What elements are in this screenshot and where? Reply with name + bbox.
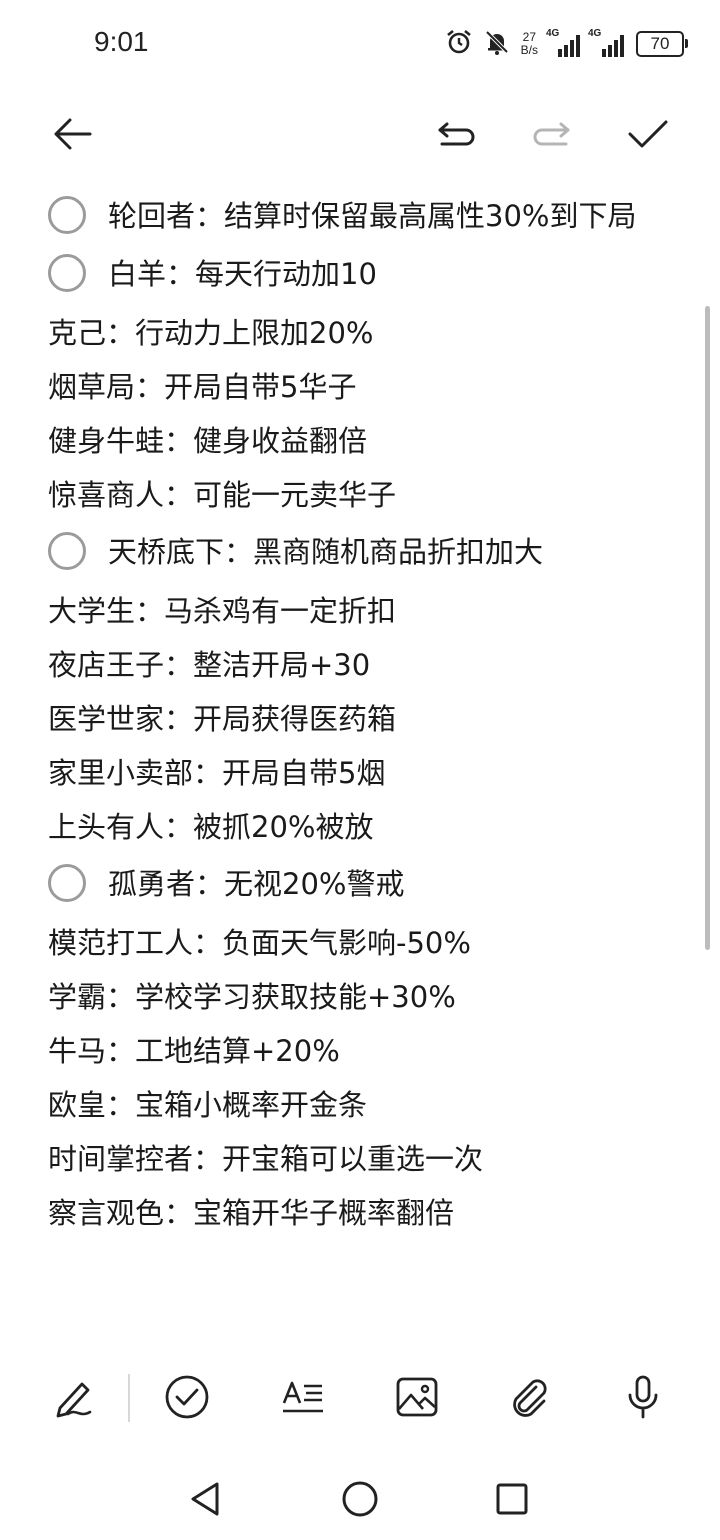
signal-label: 4G [588,28,602,39]
note-line[interactable]: 欧皇：宝箱小概率开金条 [48,1078,678,1132]
note-line[interactable]: 家里小卖部：开局自带5烟 [48,746,678,800]
alarm-icon [445,28,473,60]
net-speed-unit: B/s [520,43,538,57]
note-line[interactable]: 烟草局：开局自带5华子 [48,360,678,414]
attachment-button[interactable] [505,1374,555,1424]
battery-level: 70 [650,34,670,53]
nav-home-button[interactable] [337,1478,383,1524]
status-bar: 9:01 27 B/s 4G 4G 70 [0,0,720,86]
todo-item[interactable]: 天桥底下：黑商随机商品折扣加大 [48,526,678,580]
todo-text[interactable]: 白羊：每天行动加10 [108,246,377,302]
note-content[interactable]: 轮回者：结算时保留最高属性30%到下局 白羊：每天行动加10 克己：行动力上限加20… [48,186,678,1240]
nav-recents-button[interactable] [489,1478,535,1524]
status-icons: 27 B/s 4G 4G 70 [445,26,688,62]
note-line[interactable]: 克己：行动力上限加20% [48,306,678,360]
attachment-icon [506,1373,554,1425]
pen-icon [50,1374,96,1424]
note-line[interactable]: 牛马：工地结算+20% [48,1024,678,1078]
microphone-icon [619,1373,667,1425]
voice-input-button[interactable] [618,1374,668,1424]
note-line[interactable]: 学霸：学校学习获取技能+30% [48,970,678,1024]
nav-back-button[interactable] [182,1478,228,1524]
back-arrow-icon [50,112,94,160]
done-button[interactable] [622,110,674,162]
signal-icon: 4G [546,28,580,57]
signal-icon: 4G [588,28,626,57]
todo-item[interactable]: 轮回者：结算时保留最高属性30%到下局 [48,190,678,244]
nav-home-icon [340,1479,380,1523]
todo-checkbox[interactable] [48,532,86,570]
nav-recents-icon [492,1479,532,1523]
note-line[interactable]: 大学生：马杀鸡有一定折扣 [48,584,678,638]
checklist-icon [163,1373,211,1425]
note-line[interactable]: 医学世家：开局获得医药箱 [48,692,678,746]
text-format-button[interactable] [278,1374,328,1424]
text-format-icon [279,1373,327,1425]
toolbar-divider [128,1374,130,1422]
net-speed: 27 B/s [521,31,538,57]
todo-item[interactable]: 孤勇者：无视20%警戒 [48,858,678,912]
nav-back-icon [185,1479,225,1523]
undo-icon [434,112,478,160]
undo-button[interactable] [430,110,482,162]
signal-label: 4G [546,28,560,39]
mute-bell-icon [483,28,511,60]
todo-text[interactable]: 孤勇者：无视20%警戒 [108,856,404,912]
todo-checkbox[interactable] [48,196,86,234]
todo-checkbox[interactable] [48,864,86,902]
image-icon [393,1373,441,1425]
battery-icon: 70 [636,31,688,57]
checklist-button[interactable] [162,1374,212,1424]
note-line[interactable]: 健身牛蛙：健身收益翻倍 [48,414,678,468]
todo-checkbox[interactable] [48,254,86,292]
todo-text[interactable]: 天桥底下：黑商随机商品折扣加大 [108,524,543,580]
note-line[interactable]: 察言观色：宝箱开华子概率翻倍 [48,1186,678,1240]
insert-image-button[interactable] [392,1374,442,1424]
editor-toolbar [0,100,720,170]
redo-button[interactable] [526,110,578,162]
note-line[interactable]: 夜店王子：整洁开局+30 [48,638,678,692]
note-line[interactable]: 惊喜商人：可能一元卖华子 [48,468,678,522]
note-line[interactable]: 时间掌控者：开宝箱可以重选一次 [48,1132,678,1186]
todo-item[interactable]: 白羊：每天行动加10 [48,248,678,302]
scrollbar[interactable] [705,306,710,950]
redo-icon [530,112,574,160]
status-time: 9:01 [94,26,149,57]
note-line[interactable]: 模范打工人：负面天气影响-50% [48,916,678,970]
bottom-toolbar [0,1366,720,1430]
back-button[interactable] [46,110,98,162]
note-line[interactable]: 上头有人：被抓20%被放 [48,800,678,854]
handwriting-button[interactable] [48,1374,98,1424]
system-nav-bar [0,1466,720,1536]
check-icon [626,112,670,160]
todo-text[interactable]: 轮回者：结算时保留最高属性30%到下局 [108,188,636,244]
